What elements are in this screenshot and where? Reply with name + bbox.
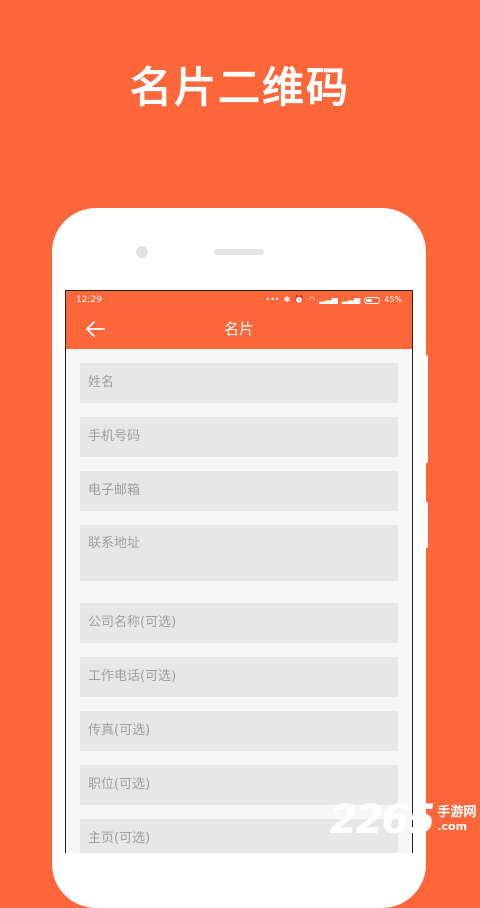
watermark-line2: .com <box>437 820 468 833</box>
work-phone-field[interactable]: 工作电话(可选) <box>80 657 398 697</box>
arrow-left-icon[interactable] <box>84 318 106 340</box>
site-watermark: 2265 手游网 .com <box>330 797 476 843</box>
app-bar: 名片 <box>66 309 412 349</box>
app-title: 名片 <box>223 320 254 338</box>
watermark-text: 手游网 .com <box>437 806 476 834</box>
status-bar: 12:29 ••• ✱ ⏰ ◠ ▂▃▅ ▂▃▅ 45% <box>66 291 412 309</box>
signal-icon: ▂▃▅ <box>319 295 338 304</box>
battery-icon <box>364 296 381 304</box>
app-screen: 12:29 ••• ✱ ⏰ ◠ ▂▃▅ ▂▃▅ 45% 名片 姓名 手机号码 电… <box>65 290 413 853</box>
status-time: 12:29 <box>76 295 102 305</box>
signal-icon: ▂▃▅ <box>341 295 361 304</box>
card-form: 姓名 手机号码 电子邮箱 联系地址 公司名称(可选) 工作电话(可选) 传真(可… <box>80 363 398 853</box>
phone-camera <box>136 246 148 258</box>
fax-field[interactable]: 传真(可选) <box>80 711 398 751</box>
phone-side-button <box>424 355 428 463</box>
bluetooth-icon: ✱ <box>283 295 291 304</box>
watermark-digits: 2265 <box>330 797 435 843</box>
phone-field[interactable]: 手机号码 <box>80 417 398 457</box>
company-field[interactable]: 公司名称(可选) <box>80 603 398 643</box>
address-field[interactable]: 联系地址 <box>80 525 398 581</box>
watermark-line1: 手游网 <box>437 805 477 820</box>
wifi-icon: ◠ <box>308 295 316 304</box>
more-dots-icon: ••• <box>265 295 280 304</box>
status-icons: ••• ✱ ⏰ ◠ ▂▃▅ ▂▃▅ 45% <box>265 291 402 309</box>
alarm-icon: ⏰ <box>294 295 305 304</box>
phone-speaker <box>214 249 264 255</box>
name-field[interactable]: 姓名 <box>80 363 398 403</box>
phone-side-button <box>424 502 428 548</box>
battery-percent: 45% <box>384 295 402 304</box>
email-field[interactable]: 电子邮箱 <box>80 471 398 511</box>
promo-headline: 名片二维码 <box>129 63 350 112</box>
